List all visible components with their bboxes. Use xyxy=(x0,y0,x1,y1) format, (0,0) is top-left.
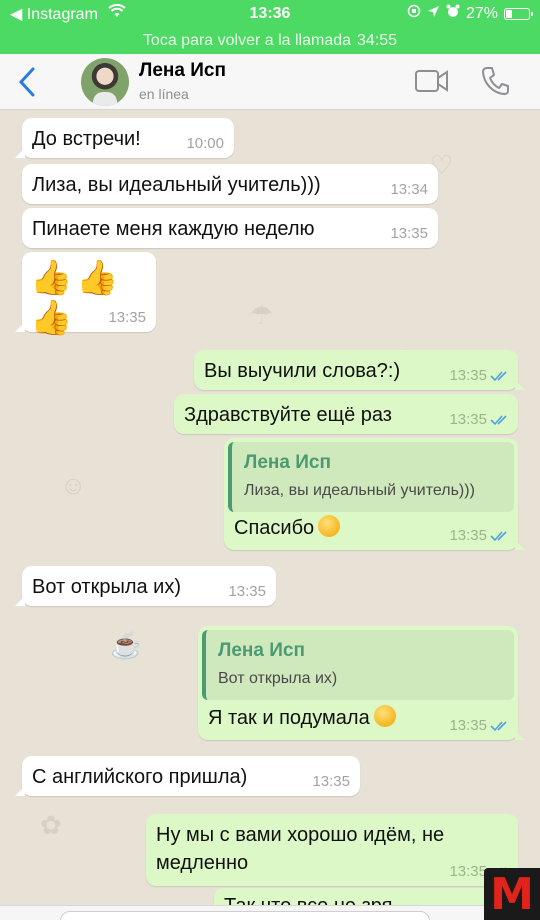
read-ticks-icon xyxy=(490,370,507,381)
wallpaper-doodle-icon: ✿ xyxy=(40,810,62,840)
quoted-author: Лена Исп xyxy=(244,452,331,473)
quoted-author: Лена Исп xyxy=(218,640,305,661)
message-text-wrap: Я так и подумала xyxy=(208,704,396,732)
chat-header: Лена Исп en línea xyxy=(0,54,540,110)
thumbs-up-emoji-group: 👍 👍👍 xyxy=(30,258,156,338)
back-button[interactable] xyxy=(12,66,42,98)
back-app-label[interactable]: ◀ Instagram xyxy=(10,4,98,24)
message-time: 13:35 xyxy=(228,583,266,600)
video-call-button[interactable] xyxy=(414,68,450,99)
upside-down-face-icon xyxy=(373,705,396,727)
message-meta: 13:35 xyxy=(449,717,510,734)
message-meta: 13:35 xyxy=(449,527,510,544)
location-icon xyxy=(427,5,440,23)
message-time: 13:35 xyxy=(449,367,487,384)
contact-status: en línea xyxy=(139,86,189,102)
message-time: 13:35 xyxy=(449,411,487,428)
read-ticks-icon xyxy=(490,414,507,425)
contact-name[interactable]: Лена Исп xyxy=(139,60,226,82)
return-to-call-bar[interactable]: Toca para volver a la llamada 34:55 xyxy=(0,27,540,54)
message-time: 13:35 xyxy=(108,309,146,326)
wallpaper-doodle-icon: ☂ xyxy=(250,300,274,330)
wallpaper-doodle-icon: ☺ xyxy=(60,470,87,500)
avatar[interactable] xyxy=(81,58,129,106)
call-bar-label[interactable]: Toca para volver a la llamada xyxy=(143,32,351,50)
battery-icon xyxy=(504,7,533,20)
battery-percent: 27% xyxy=(465,4,498,22)
video-camera-icon[interactable] xyxy=(414,68,450,94)
chevron-left-icon[interactable] xyxy=(18,67,36,97)
message-incoming[interactable]: С английского пришла) 13:35 xyxy=(15,756,360,796)
message-time: 13:35 xyxy=(390,225,428,242)
message-incoming[interactable]: До встречи! 10:00 xyxy=(15,118,234,158)
message-incoming-emoji[interactable]: 👍 👍👍 13:35 xyxy=(15,252,156,337)
message-incoming[interactable]: Вот открыла их) 13:35 xyxy=(15,566,276,606)
status-indicators: 27% xyxy=(407,4,533,23)
message-meta: 13:35 xyxy=(449,367,510,384)
message-text: Я так и подумала xyxy=(208,707,370,729)
message-time: 13:35 xyxy=(449,527,487,544)
quoted-text: Вот открыла их) xyxy=(218,670,338,687)
wallpaper-doodle-icon: ☕ xyxy=(110,630,143,660)
thumbs-up-icon: 👍 xyxy=(30,259,73,297)
winking-face-icon xyxy=(318,515,341,537)
phone-icon[interactable] xyxy=(481,66,509,96)
quoted-text: Лиза, вы идеальный учитель))) xyxy=(244,482,475,499)
message-outgoing[interactable]: Здравствуйте ещё раз 13:35 xyxy=(174,394,518,434)
message-text: С английского пришла) xyxy=(32,766,248,788)
message-time: 10:00 xyxy=(186,135,224,152)
message-text: До встречи! xyxy=(32,128,141,150)
watermark-logo: M xyxy=(484,868,540,920)
message-text: Спасибо xyxy=(234,517,315,539)
thumbs-up-icon: 👍 xyxy=(76,259,119,297)
message-text: Пинаете меня каждую неделю xyxy=(32,218,315,240)
read-ticks-icon xyxy=(490,720,507,731)
message-text: Лиза, вы идеальный учитель))) xyxy=(32,174,321,196)
message-outgoing[interactable]: Вы выучили слова?:) 13:35 xyxy=(194,350,525,390)
message-outgoing-reply[interactable]: Лена Исп Вот открыла их) Я так и подумал… xyxy=(198,626,525,740)
message-meta: 13:35 xyxy=(449,411,510,428)
alarm-icon xyxy=(446,4,460,23)
message-time: 13:35 xyxy=(449,717,487,734)
message-time: 13:35 xyxy=(449,863,487,880)
message-text: Вы выучили слова?:) xyxy=(204,360,401,382)
message-input[interactable] xyxy=(60,911,430,920)
message-text: Ну мы с вами хорошо идём, не медленно xyxy=(156,824,445,874)
read-ticks-icon xyxy=(490,530,507,541)
quoted-message[interactable]: Лена Исп Вот открыла их) xyxy=(202,630,514,700)
call-duration[interactable]: 34:55 xyxy=(357,32,397,50)
quoted-message[interactable]: Лена Исп Лиза, вы идеальный учитель))) xyxy=(228,442,514,512)
status-bar: ◀ Instagram 13:36 27% xyxy=(0,0,540,27)
message-time: 13:35 xyxy=(312,773,350,790)
message-time: 13:34 xyxy=(390,181,428,198)
message-incoming[interactable]: Пинаете меня каждую неделю 13:35 xyxy=(22,208,438,248)
message-text: Вот открыла их) xyxy=(32,576,182,598)
thumbs-up-icon: 👍 xyxy=(30,299,73,337)
message-text: Здравствуйте ещё раз xyxy=(184,404,392,426)
message-input-bar xyxy=(0,905,540,920)
chat-area[interactable]: ♡ ☂ ☺ ✉ ☕ ✿ ♪ До встречи! 10:00 Лиза, вы… xyxy=(0,110,540,920)
message-outgoing[interactable]: Ну мы с вами хорошо идём, не медленно 13… xyxy=(146,814,518,886)
voice-call-button[interactable] xyxy=(481,66,509,101)
back-to-app-link[interactable]: ◀ Instagram xyxy=(10,4,126,24)
message-incoming[interactable]: Лиза, вы идеальный учитель))) 13:34 xyxy=(22,164,438,204)
wifi-icon xyxy=(108,4,126,23)
message-outgoing-reply[interactable]: Лена Исп Лиза, вы идеальный учитель))) С… xyxy=(224,438,525,550)
message-text-wrap: Спасибо xyxy=(234,514,341,542)
screen-lock-icon xyxy=(407,4,421,23)
